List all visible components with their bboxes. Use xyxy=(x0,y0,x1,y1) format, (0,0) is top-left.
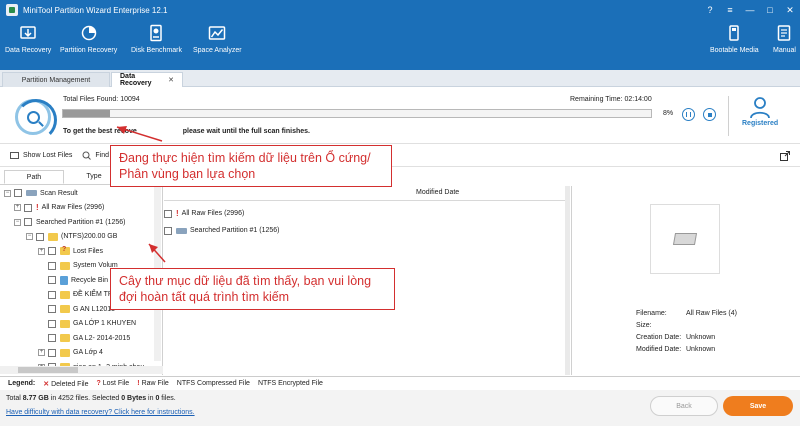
annotation-arrows xyxy=(116,126,166,263)
callout-scanning: Đang thực hiện tìm kiếm dữ liệu trên Ổ c… xyxy=(110,145,392,187)
callout-folder-tree: Cây thư mục dữ liệu đã tìm thấy, bạn vui… xyxy=(110,268,395,310)
